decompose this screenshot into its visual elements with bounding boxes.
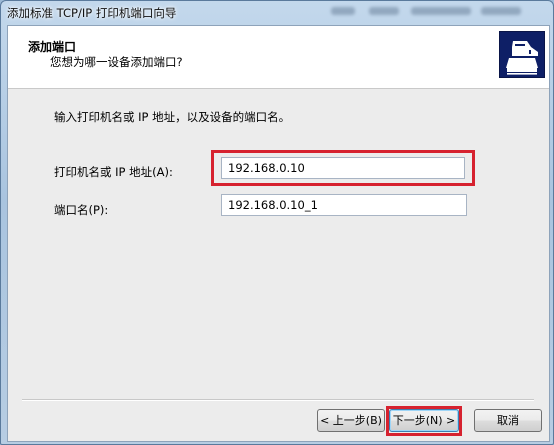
port-name-input[interactable]: [221, 194, 467, 216]
wizard-window: 添加标准 TCP/IP 打印机端口向导 添加端口 您想为哪一设备添加端口? 输入…: [0, 0, 554, 445]
header-subtitle: 您想为哪一设备添加端口?: [50, 55, 183, 69]
header-title: 添加端口: [28, 40, 77, 54]
instruction-text: 输入打印机名或 IP 地址，以及设备的端口名。: [54, 110, 291, 124]
cancel-button[interactable]: 取消: [474, 409, 542, 432]
printer-address-label: 打印机名或 IP 地址(A):: [54, 165, 173, 179]
title-bar-background-blur: [331, 3, 546, 23]
wizard-client-area: 添加端口 您想为哪一设备添加端口? 输入打印机名或 IP 地址，以及设备的端口名…: [7, 25, 550, 442]
back-button[interactable]: < 上一步(B): [317, 409, 385, 432]
footer-divider: [22, 399, 534, 401]
next-button[interactable]: 下一步(N) >: [389, 409, 459, 432]
title-bar[interactable]: 添加标准 TCP/IP 打印机端口向导: [1, 1, 553, 25]
printer-address-input[interactable]: [221, 157, 465, 179]
printer-icon: [499, 31, 545, 78]
wizard-header: 添加端口 您想为哪一设备添加端口?: [8, 26, 549, 89]
window-title: 添加标准 TCP/IP 打印机端口向导: [7, 6, 177, 20]
port-name-label: 端口名(P):: [54, 203, 109, 217]
